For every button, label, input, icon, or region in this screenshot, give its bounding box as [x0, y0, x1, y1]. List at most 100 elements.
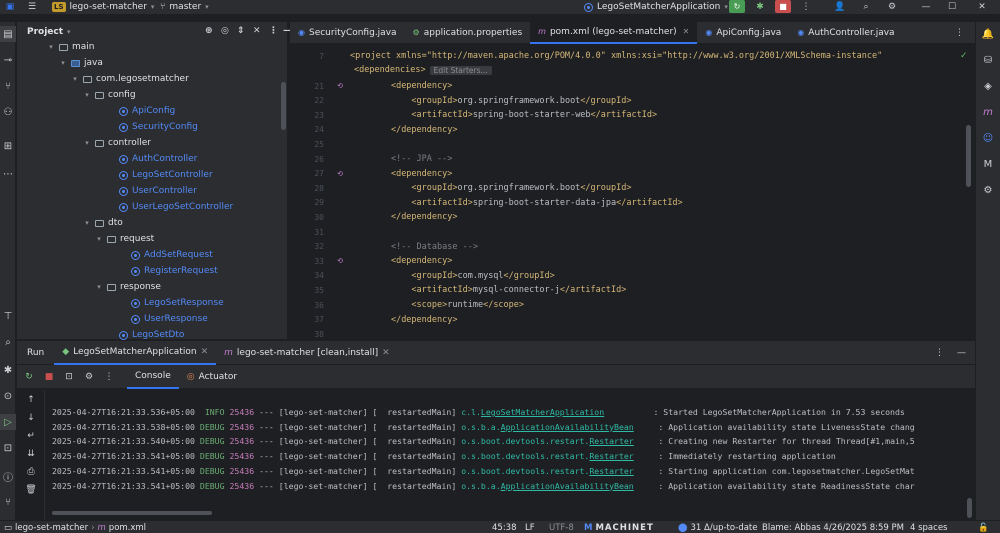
logger-link[interactable]: ApplicationAvailabilityBean — [501, 422, 634, 432]
run-tab[interactable]: m lego-set-matcher [clean,install] ✕ — [216, 341, 398, 365]
tree-item[interactable]: ▾ controller — [83, 136, 151, 150]
scroll-to-end-icon[interactable]: ⇊ — [23, 446, 39, 462]
editor-scrollbar[interactable] — [966, 125, 971, 187]
tree-item[interactable]: ▾ request — [95, 232, 154, 246]
ai-assistant-icon[interactable]: ◈ — [980, 78, 996, 94]
tree-item[interactable]: UserResponse — [119, 312, 208, 326]
rerun-button[interactable]: ↻ — [729, 0, 745, 13]
machinet-icon[interactable]: M — [980, 156, 996, 172]
tab-menu-icon[interactable]: ⋮ — [955, 28, 964, 38]
settings-icon[interactable]: ⚙ — [81, 369, 97, 385]
terminal-icon[interactable]: ⊡ — [0, 440, 16, 456]
project-panel-title[interactable]: Project — [27, 27, 63, 37]
run-config-selector[interactable]: LegoSetMatcherApplication ▾ — [584, 2, 728, 12]
problems-icon[interactable]: ⓘ — [0, 468, 16, 484]
add-icon[interactable]: ⊕ — [205, 26, 213, 36]
close-icon[interactable]: ✕ — [201, 347, 209, 357]
print-icon[interactable]: ⎙ — [23, 464, 39, 480]
chevron-down-icon[interactable]: ▾ — [95, 283, 103, 291]
pull-requests-icon[interactable]: ⑂ — [0, 78, 16, 94]
tree-item[interactable]: UserLegoSetController — [107, 200, 233, 214]
locate-icon[interactable]: ◎ — [221, 26, 229, 36]
status-breadcrumb[interactable]: ▭ lego-set-matcher › m pom.xml — [4, 521, 146, 533]
tree-item[interactable]: SecurityConfig — [107, 120, 198, 134]
editor-tab[interactable]: m pom.xml (lego-set-matcher) ✕ — [530, 21, 698, 44]
structure-icon[interactable]: ⚇ — [0, 104, 16, 120]
app-logo-icon[interactable]: ▣ — [2, 0, 18, 14]
database-icon[interactable]: ⛁ — [980, 52, 996, 68]
debug-icon[interactable]: ✱ — [752, 0, 768, 14]
tree-item[interactable]: ▾ response — [95, 280, 161, 294]
services-icon[interactable]: ⊞ — [0, 138, 16, 154]
add-user-icon[interactable]: 👤 — [832, 0, 848, 14]
stop-icon[interactable]: ■ — [41, 369, 57, 385]
vcs-status[interactable]: ⬤ 31 Δ/up-to-date — [678, 521, 758, 533]
tree-item[interactable]: AuthController — [107, 152, 197, 166]
dependency-gutter-icon[interactable]: ⟲ — [330, 82, 350, 90]
editor-tab[interactable]: ◉ ApiConfig.java — [697, 22, 789, 44]
search-icon[interactable]: ⌕ — [858, 0, 874, 14]
chevron-down-icon[interactable]: ▾ — [67, 28, 71, 36]
line-separator[interactable]: LF — [525, 521, 535, 533]
logger-link[interactable]: Restarter — [589, 466, 633, 476]
collapse-all-icon[interactable]: ✕ — [253, 26, 261, 36]
more-tools-icon[interactable]: ⋯ — [0, 166, 16, 182]
git-icon[interactable]: ⑂ — [0, 494, 16, 510]
notifications-icon[interactable]: 🔔 — [980, 26, 996, 42]
console-h-scrollbar[interactable] — [52, 511, 212, 515]
console-output[interactable]: ↑ ↓ ↵ ⇊ ⎙ 🗑 2025-04-27T16:21:33.536+05:0… — [17, 390, 975, 520]
more-actions-icon[interactable]: ⋮ — [798, 0, 814, 14]
close-icon[interactable]: ✕ — [382, 348, 390, 358]
options-icon[interactable]: ⋮ — [269, 26, 278, 36]
settings-gear-icon[interactable]: ⚙ — [884, 0, 900, 14]
lock-icon[interactable]: 🔓 — [978, 521, 989, 533]
edit-starters-button[interactable]: Edit Starters... — [429, 65, 492, 75]
project-selector[interactable]: LS lego-set-matcher ▾ — [52, 2, 154, 12]
close-icon[interactable]: ✕ — [974, 0, 990, 14]
copilot-icon[interactable]: ☺ — [980, 130, 996, 146]
expand-all-icon[interactable]: ⇕ — [237, 26, 245, 36]
commit-icon[interactable]: ⊸ — [0, 52, 16, 68]
file-encoding[interactable]: UTF-8 — [549, 521, 574, 533]
main-menu-icon[interactable]: ☰ — [24, 0, 40, 14]
machinet-status[interactable]: M MACHINET — [584, 521, 654, 533]
logger-link[interactable]: Restarter — [589, 436, 633, 446]
tree-item[interactable]: ▾ dto — [83, 216, 123, 230]
logger-link[interactable]: LegoSetMatcherApplication — [481, 407, 604, 417]
tree-item[interactable]: AddSetRequest — [119, 248, 213, 262]
rerun-icon[interactable]: ↻ — [21, 369, 37, 385]
tree-item[interactable]: ApiConfig — [107, 104, 175, 118]
chevron-down-icon[interactable]: ▾ — [59, 59, 67, 67]
crumb-project[interactable]: lego-set-matcher — [15, 523, 88, 533]
git-blame[interactable]: Blame: Abbas 4/26/2025 8:59 PM — [762, 521, 904, 533]
dependency-gutter-icon[interactable]: ⟲ — [330, 170, 350, 178]
chevron-down-icon[interactable]: ▾ — [71, 75, 79, 83]
console-v-scrollbar[interactable] — [967, 498, 972, 518]
hide-panel-icon[interactable]: — — [957, 348, 966, 358]
tree-item[interactable]: LegoSetResponse — [119, 296, 224, 310]
more-icon[interactable]: ⋮ — [101, 369, 117, 385]
branch-selector[interactable]: ⑂ master ▾ — [160, 2, 209, 12]
chevron-down-icon[interactable]: ▾ — [83, 91, 91, 99]
build-icon[interactable]: ⊤ — [0, 308, 16, 324]
screenshot-icon[interactable]: ⊡ — [61, 369, 77, 385]
tree-item[interactable]: UserController — [107, 184, 197, 198]
profiler-icon[interactable]: ⊙ — [0, 388, 16, 404]
editor-tab[interactable]: ◉ AuthController.java — [789, 22, 902, 44]
tree-item[interactable]: ▾ java — [59, 56, 103, 70]
chevron-down-icon[interactable]: ▾ — [83, 219, 91, 227]
project-tool-icon[interactable]: ▤ — [0, 26, 16, 42]
chevron-down-icon[interactable]: ▾ — [47, 43, 55, 51]
editor-tab[interactable]: ⚙ application.properties — [405, 22, 531, 44]
cursor-position[interactable]: 45:38 — [492, 521, 517, 533]
arrow-down-icon[interactable]: ↓ — [23, 410, 39, 426]
minimize-icon[interactable]: — — [918, 0, 934, 14]
run-tab[interactable]: ◆ LegoSetMatcherApplication ✕ — [54, 341, 217, 365]
chevron-down-icon[interactable]: ▾ — [83, 139, 91, 147]
debug-tool-icon[interactable]: ✱ — [0, 362, 16, 378]
more-icon[interactable]: ⋮ — [935, 348, 944, 358]
tree-item[interactable]: ▾ com.legosetmatcher — [71, 72, 189, 86]
maven-icon[interactable]: m — [980, 104, 996, 120]
console-subtab[interactable]: ◎ Actuator — [179, 365, 245, 389]
logger-link[interactable]: Restarter — [589, 451, 633, 461]
